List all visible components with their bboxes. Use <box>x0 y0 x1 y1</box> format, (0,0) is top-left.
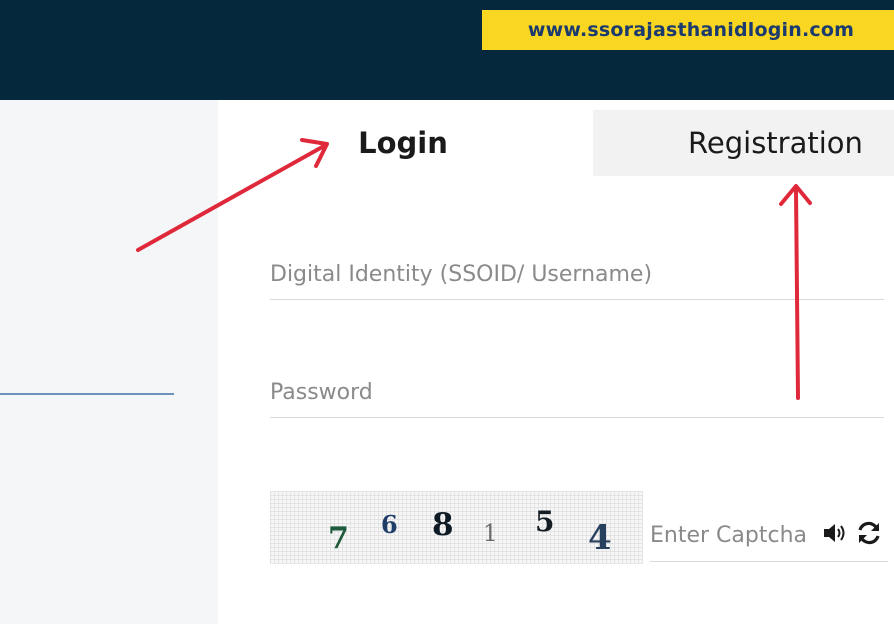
left-panel <box>0 100 218 624</box>
tab-registration[interactable]: Registration <box>593 110 894 176</box>
password-input[interactable] <box>270 368 884 418</box>
tab-login[interactable]: Login <box>305 110 501 176</box>
captcha-input[interactable] <box>650 510 820 562</box>
top-header: www.ssorajasthanidlogin.com <box>0 0 894 100</box>
left-divider <box>0 393 174 395</box>
captcha-char: 6 <box>381 510 398 539</box>
captcha-underline <box>650 561 888 562</box>
captcha-char: 7 <box>328 521 349 556</box>
captcha-char: 8 <box>432 507 454 543</box>
ssoid-input[interactable] <box>270 250 884 300</box>
speaker-icon[interactable] <box>822 518 850 548</box>
refresh-icon[interactable] <box>855 518 883 548</box>
captcha-char: 5 <box>535 505 555 538</box>
captcha-char: 1 <box>483 521 498 547</box>
site-watermark: www.ssorajasthanidlogin.com <box>482 10 894 50</box>
captcha-char: 4 <box>588 518 612 558</box>
captcha-image: 7 6 8 1 5 4 <box>270 491 643 564</box>
